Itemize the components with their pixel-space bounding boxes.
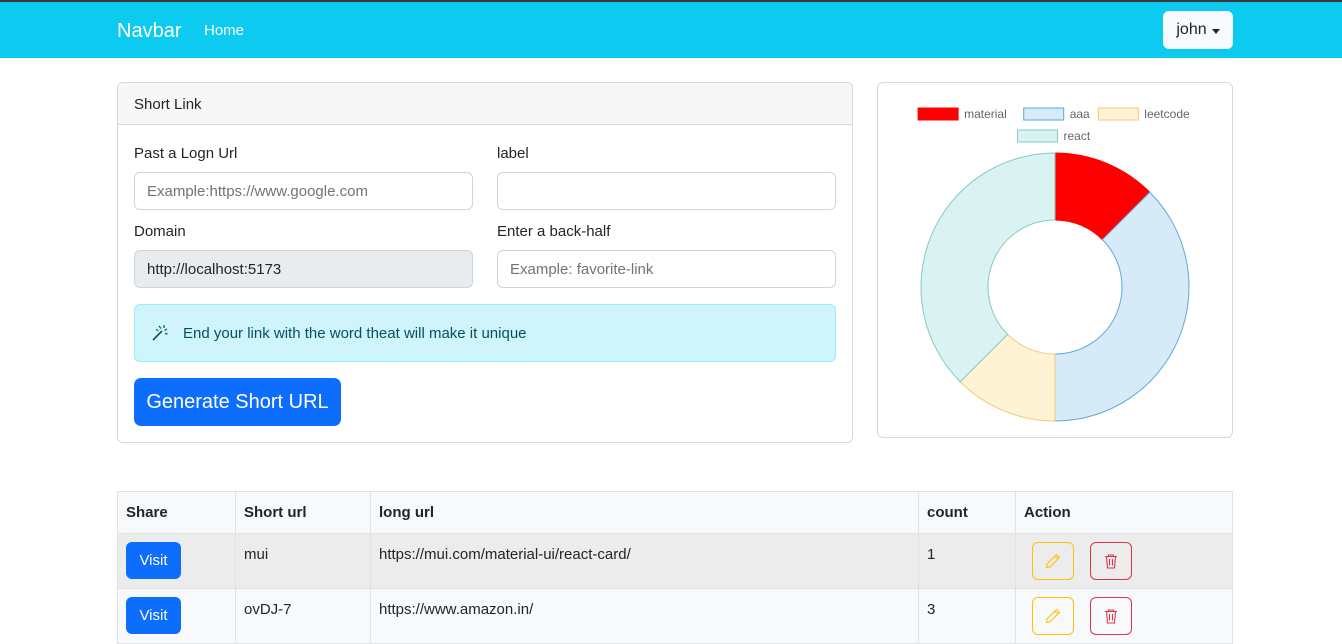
legend-label: material [964,107,1007,121]
cell-share: Visit [117,588,236,644]
cell-short-url: ovDJ-7 [235,588,371,644]
visit-button[interactable]: Visit [126,597,181,634]
legend-swatch [1017,129,1058,143]
backhalf-label: Enter a back-half [497,223,611,240]
cell-short-url: mui [235,533,371,589]
chart-card: material aaa leetcode react [877,82,1233,438]
doughnut-slice-aaa [1054,191,1190,422]
navbar: Navbar Home john [0,2,1342,58]
visit-button[interactable]: Visit [126,542,181,579]
trash-icon [1105,609,1118,624]
legend-label: aaa [1070,107,1090,121]
doughnut-chart: material aaa leetcode react [917,107,1190,422]
cell-count: 3 [918,588,1016,644]
table-row: Visit ovDJ-7 https://www.amazon.in/ 3 [117,588,1233,644]
header-short-url: Short url [235,491,371,534]
label-input[interactable] [497,172,836,210]
delete-button[interactable] [1090,597,1133,635]
cell-action [1015,588,1233,644]
doughnut-slice-react [920,152,1056,383]
card-header: Short Link [118,83,852,125]
pencil-icon [1045,553,1061,569]
alert-text: End your link with the word theat will m… [183,325,527,342]
caret-down-icon [1211,28,1220,34]
navbar-brand[interactable]: Navbar [117,20,181,43]
user-menu-button[interactable]: john [1163,11,1233,49]
label-label: label [497,145,529,162]
pencil-icon [1045,608,1061,624]
table-header-row: Share Short url long url count Action [117,491,1233,534]
short-link-card: Short Link Past a Logn Url label Domain … [117,82,853,443]
cell-long-url: https://www.amazon.in/ [370,588,919,644]
legend-swatch [1023,107,1065,121]
legend-swatch [1097,107,1139,121]
legend-item-react[interactable]: react [1017,129,1091,143]
trash-icon [1105,554,1118,569]
cell-share: Visit [117,533,236,589]
backhalf-input[interactable] [497,250,836,288]
legend-swatch [917,107,959,121]
legend-label: react [1064,129,1091,143]
cell-long-url: https://mui.com/material-ui/react-card/ [370,533,919,589]
domain-input [134,250,473,288]
header-long-url: long url [370,491,919,534]
info-alert: End your link with the word theat will m… [134,304,836,362]
generate-short-url-button[interactable]: Generate Short URL [134,378,341,426]
header-action: Action [1015,491,1233,534]
table-row: Visit mui https://mui.com/material-ui/re… [117,533,1233,589]
legend-item-aaa[interactable]: aaa [1023,107,1090,121]
delete-button[interactable] [1090,542,1133,580]
legend-item-leetcode[interactable]: leetcode [1097,107,1190,121]
links-table: Share Short url long url count Action Vi… [117,491,1233,644]
long-url-input[interactable] [134,172,473,210]
header-share: Share [117,491,236,534]
domain-label: Domain [134,223,186,240]
magic-wand-icon [152,325,168,341]
edit-button[interactable] [1032,597,1074,635]
header-count: count [918,491,1016,534]
legend-label: leetcode [1144,107,1190,121]
cell-count: 1 [918,533,1016,589]
long-url-label: Past a Logn Url [134,145,238,162]
edit-button[interactable] [1032,542,1074,580]
user-name: john [1176,21,1207,38]
legend-item-material[interactable]: material [917,107,1007,121]
nav-link-home[interactable]: Home [204,22,244,39]
cell-action [1015,533,1233,589]
